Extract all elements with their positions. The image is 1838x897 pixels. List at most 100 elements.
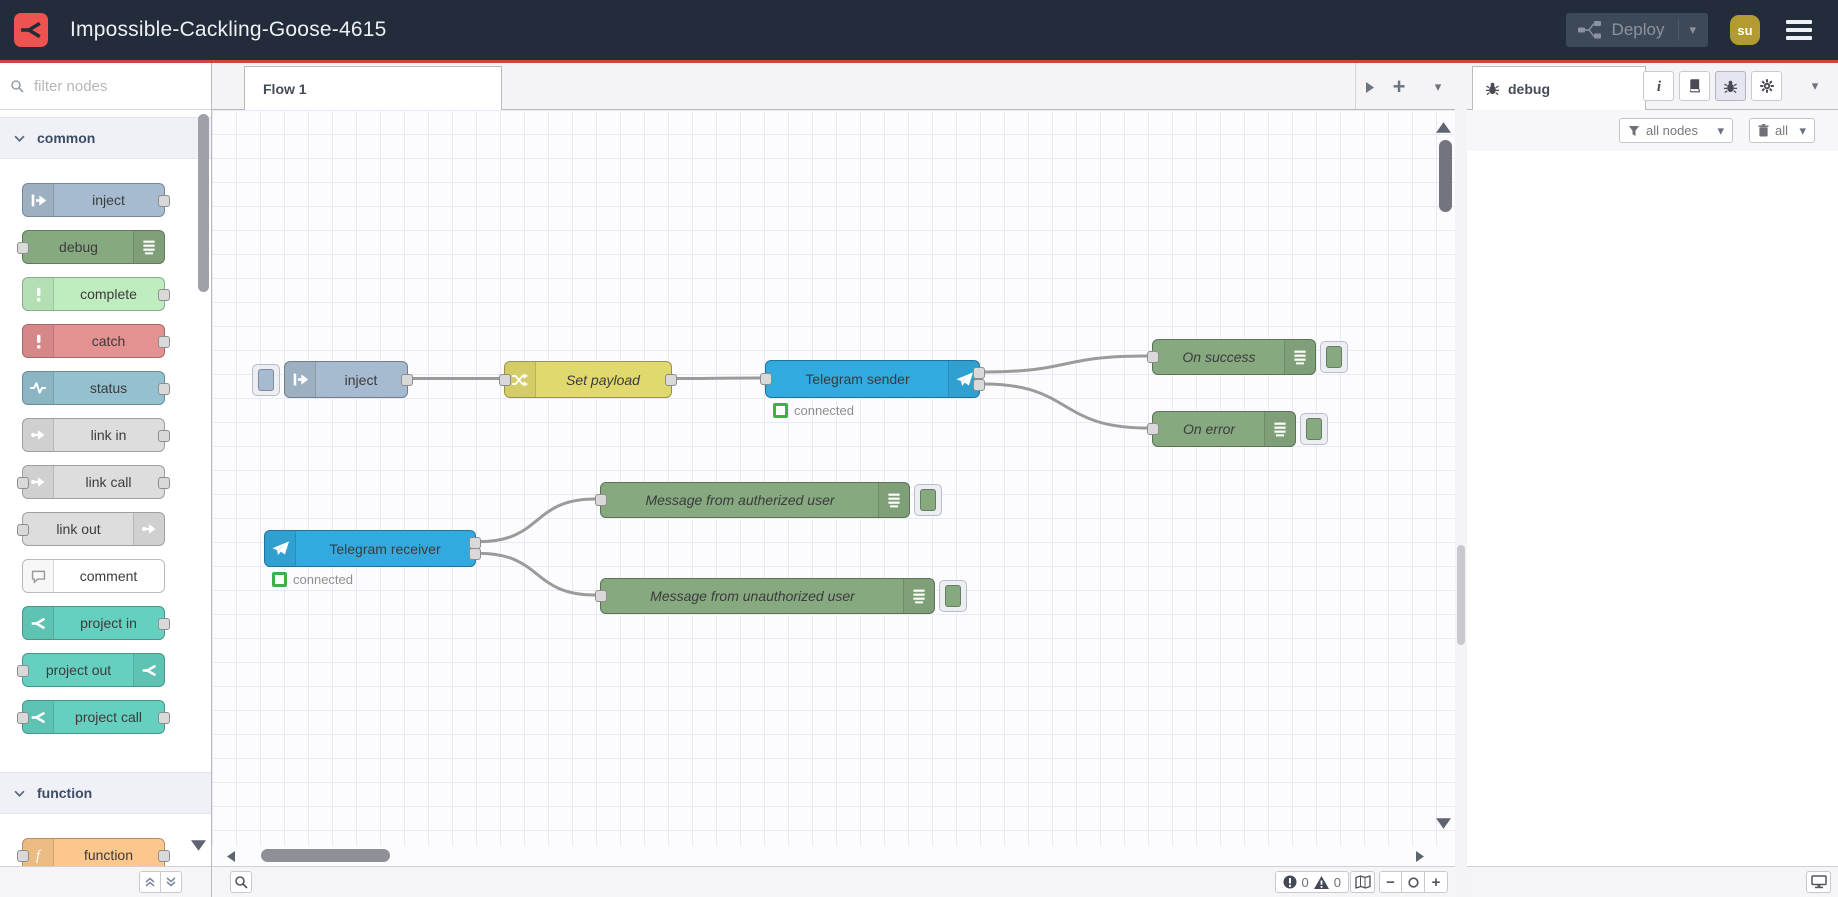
palette-node-status[interactable]: status	[22, 371, 170, 405]
flow-node-msg-auth[interactable]: Message from autherized user	[595, 482, 942, 518]
list-icon	[903, 579, 934, 613]
node-input-port[interactable]	[17, 524, 29, 536]
node-output-port[interactable]	[973, 379, 985, 391]
scroll-up-icon[interactable]	[1436, 122, 1451, 133]
double-chevron-down-icon	[166, 877, 176, 887]
flow-node-on-success[interactable]: On success	[1147, 339, 1348, 375]
palette-category-function[interactable]: function	[0, 772, 211, 814]
debug-toggle-button[interactable]	[1300, 413, 1328, 445]
node-input-port[interactable]	[17, 712, 29, 724]
zoom-out-button[interactable]: −	[1379, 871, 1402, 893]
palette-node-complete[interactable]: complete	[22, 277, 170, 311]
zoom-in-button[interactable]: +	[1425, 871, 1448, 893]
canvas-search-button[interactable]	[230, 871, 252, 893]
node-input-port[interactable]	[17, 850, 29, 862]
node-output-port[interactable]	[401, 373, 413, 386]
flow-node-msg-auth-label: Message from autherized user	[645, 492, 835, 508]
inject-button[interactable]	[252, 363, 280, 396]
flow-node-set-payload[interactable]: Set payload	[499, 361, 677, 398]
palette-node-link-out[interactable]: link out	[17, 512, 165, 546]
palette-node-project-in[interactable]: project in	[22, 606, 170, 640]
node-input-port[interactable]	[1147, 351, 1159, 363]
node-output-port[interactable]	[158, 850, 170, 862]
node-input-port[interactable]	[499, 373, 511, 386]
debug-panel-button[interactable]	[1715, 71, 1746, 101]
palette-node-function-label: function	[83, 847, 134, 863]
user-avatar[interactable]: su	[1730, 15, 1760, 45]
deploy-divider	[1678, 19, 1680, 41]
notifications-button[interactable]: 0 0	[1274, 871, 1349, 893]
flow-node-on-error[interactable]: On error	[1147, 411, 1328, 447]
node-output-port[interactable]	[158, 618, 170, 630]
deploy-button[interactable]: Deploy ▾	[1565, 13, 1708, 47]
filter-nodes-input[interactable]	[32, 76, 235, 96]
palette-node-debug[interactable]: debug	[17, 230, 165, 264]
flow-node-inject[interactable]: inject	[252, 361, 413, 398]
node-input-port[interactable]	[17, 242, 29, 254]
vertical-scrollbar-thumb[interactable]	[1439, 140, 1452, 212]
debug-messages-panel[interactable]	[1467, 151, 1838, 866]
node-output-port[interactable]	[158, 383, 170, 395]
node-input-port[interactable]	[17, 665, 29, 677]
node-output-port[interactable]	[158, 195, 170, 207]
comment-bubble-icon	[23, 560, 54, 592]
node-output-port[interactable]	[469, 536, 481, 549]
scroll-down-icon[interactable]	[1436, 818, 1451, 829]
flow-canvas[interactable]: inject Set payload Telegram sender connecte…	[212, 110, 1455, 866]
horizontal-scrollbar-thumb[interactable]	[261, 849, 390, 862]
sidebar-menu-button[interactable]: ▾	[1803, 74, 1827, 98]
node-output-port[interactable]	[158, 712, 170, 724]
node-input-port[interactable]	[1147, 423, 1159, 435]
palette-node-catch[interactable]: catch	[22, 324, 170, 358]
node-output-port[interactable]	[158, 289, 170, 301]
debug-toggle-button[interactable]	[914, 484, 942, 516]
palette-node-link-call[interactable]: link call	[17, 465, 170, 499]
palette-scrollbar-thumb[interactable]	[198, 114, 209, 292]
node-output-port[interactable]	[665, 373, 677, 386]
palette-node-project-out[interactable]: project out	[17, 653, 165, 687]
tab-flow-1[interactable]: Flow 1	[244, 66, 502, 110]
palette-node-comment[interactable]: comment	[22, 559, 165, 593]
node-output-port[interactable]	[158, 477, 170, 489]
minimap-button[interactable]	[1350, 871, 1375, 893]
help-panel-button[interactable]	[1679, 71, 1710, 101]
deploy-options-caret-icon[interactable]: ▾	[1689, 22, 1696, 38]
main-menu-button[interactable]	[1782, 16, 1816, 44]
palette-node-link-in[interactable]: link in	[22, 418, 170, 452]
node-input-port[interactable]	[595, 590, 607, 602]
flow-node-telegram-receiver[interactable]: Telegram receiver	[264, 530, 481, 567]
add-flow-button[interactable]: +	[1387, 75, 1411, 99]
info-icon: i	[1656, 79, 1661, 94]
flow-list-button[interactable]: ▾	[1426, 75, 1450, 99]
expand-all-button[interactable]	[160, 871, 182, 893]
debug-filter-button[interactable]: all nodes ▾	[1619, 118, 1733, 143]
scroll-right-icon[interactable]	[1415, 850, 1425, 863]
palette-scroll-down-icon[interactable]	[191, 840, 206, 851]
node-input-port[interactable]	[760, 373, 772, 385]
info-panel-button[interactable]: i	[1643, 71, 1674, 101]
node-output-port[interactable]	[158, 336, 170, 348]
next-tab-button[interactable]	[1358, 75, 1382, 99]
flow-node-msg-unauth[interactable]: Message from unauthorized user	[595, 578, 967, 614]
link-icon	[23, 419, 54, 451]
node-input-port[interactable]	[595, 494, 607, 506]
flow-node-telegram-sender[interactable]: Telegram sender	[760, 360, 985, 398]
node-output-port[interactable]	[158, 430, 170, 442]
node-output-port[interactable]	[469, 548, 481, 561]
tab-debug[interactable]: debug	[1472, 66, 1646, 110]
palette-node-project-call[interactable]: project call	[17, 700, 170, 734]
collapse-all-button[interactable]	[139, 871, 161, 893]
debug-toggle-button[interactable]	[1320, 341, 1348, 373]
debug-toggle-button[interactable]	[939, 580, 967, 612]
splitter-scrollbar-thumb[interactable]	[1457, 545, 1465, 645]
node-output-port[interactable]	[973, 367, 985, 379]
debug-clear-button[interactable]: all ▾	[1749, 118, 1815, 143]
chevron-down-icon: ▾	[1717, 122, 1724, 138]
open-debug-window-button[interactable]	[1806, 871, 1831, 893]
palette-node-inject[interactable]: inject	[22, 183, 170, 217]
palette-category-common[interactable]: common	[0, 117, 211, 159]
config-panel-button[interactable]	[1751, 71, 1782, 101]
zoom-reset-button[interactable]	[1402, 871, 1425, 893]
palette-node-function[interactable]: f function	[17, 838, 170, 866]
node-input-port[interactable]	[17, 477, 29, 489]
